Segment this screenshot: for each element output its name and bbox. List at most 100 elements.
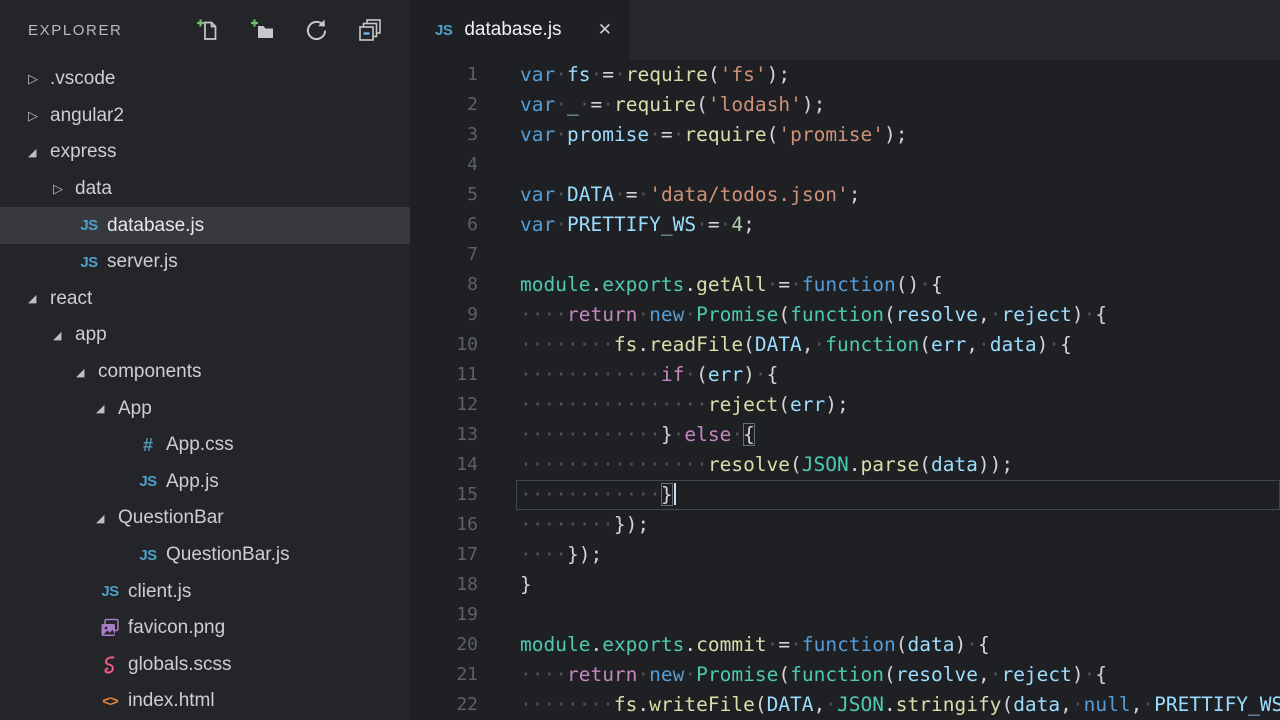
- tree-item-data[interactable]: ▷data: [0, 171, 410, 208]
- code-token: DATA: [767, 693, 814, 716]
- whitespace-dots: ·: [790, 273, 802, 296]
- chevron-expanded-icon[interactable]: ◢: [28, 292, 50, 305]
- tree-item-QuestionBar-js[interactable]: JSQuestionBar.js: [0, 537, 410, 574]
- code-line-content[interactable]: module.exports.commit·=·function(data)·{: [516, 630, 1280, 660]
- whitespace-dots: ·: [1048, 333, 1060, 356]
- tree-item-client-js[interactable]: JSclient.js: [0, 573, 410, 610]
- chevron-expanded-icon[interactable]: ◢: [28, 146, 50, 159]
- code-line-content[interactable]: ················resolve(JSON.parse(data)…: [516, 450, 1280, 480]
- whitespace-dots: ·: [555, 183, 567, 206]
- tree-item-App-css[interactable]: #App.css: [0, 427, 410, 464]
- code-line-content[interactable]: var·DATA·=·'data/todos.json';: [516, 180, 1280, 210]
- whitespace-dots: ·: [919, 273, 931, 296]
- code-token: (: [1001, 693, 1013, 716]
- chevron-expanded-icon[interactable]: ◢: [96, 402, 118, 415]
- whitespace-dots: ·: [720, 213, 732, 236]
- code-token: var: [520, 183, 555, 206]
- whitespace-dots: ········: [520, 513, 614, 536]
- code-token: .: [684, 273, 696, 296]
- tree-item-angular2[interactable]: ▷angular2: [0, 98, 410, 135]
- code-line-content[interactable]: var·fs·=·require('fs');: [516, 60, 1280, 90]
- code-token: module: [520, 633, 590, 656]
- code-line-content[interactable]: ····});: [516, 540, 1280, 570]
- code-line-content[interactable]: [516, 240, 1280, 270]
- tree-item-express[interactable]: ◢express: [0, 134, 410, 171]
- whitespace-dots: ·: [1084, 303, 1096, 326]
- code-line-1: 1var·fs·=·require('fs');: [410, 60, 1280, 90]
- code-line-content[interactable]: [516, 150, 1280, 180]
- code-line-content[interactable]: ········});: [516, 510, 1280, 540]
- code-line-content[interactable]: var·_·=·require('lodash');: [516, 90, 1280, 120]
- chevron-collapsed-icon[interactable]: ▷: [28, 71, 50, 87]
- code-line-4: 4: [410, 150, 1280, 180]
- tree-item-favicon-png[interactable]: favicon.png: [0, 610, 410, 647]
- code-token: function: [790, 663, 884, 686]
- code-line-content[interactable]: var·PRETTIFY_WS·=·4;: [516, 210, 1280, 240]
- chevron-expanded-icon[interactable]: ◢: [53, 329, 75, 342]
- code-token: promise: [567, 123, 649, 146]
- whitespace-dots: ·: [684, 663, 696, 686]
- tree-item-app[interactable]: ◢app: [0, 317, 410, 354]
- tree-item-database-js[interactable]: JSdatabase.js: [0, 207, 410, 244]
- code-token: PRETTIFY_WS: [567, 213, 696, 236]
- js-file-icon: JS: [435, 22, 452, 39]
- new-folder-icon[interactable]: [249, 17, 276, 44]
- code-line-content[interactable]: ············if·(err)·{: [516, 360, 1280, 390]
- line-number: 13: [410, 420, 478, 450]
- code-line-7: 7: [410, 240, 1280, 270]
- whitespace-dots: ·: [790, 633, 802, 656]
- code-token: DATA: [755, 333, 802, 356]
- code-token: {: [743, 423, 755, 446]
- line-number: 6: [410, 210, 478, 240]
- new-file-icon[interactable]: [195, 17, 222, 44]
- code-token: ,: [966, 333, 978, 356]
- code-token: ));: [978, 453, 1013, 476]
- tree-item-App[interactable]: ◢App: [0, 390, 410, 427]
- chevron-collapsed-icon[interactable]: ▷: [28, 108, 50, 124]
- code-line-content[interactable]: module.exports.getAll·=·function()·{: [516, 270, 1280, 300]
- code-token: module: [520, 273, 590, 296]
- code-token: (: [778, 393, 790, 416]
- tree-item-App-js[interactable]: JSApp.js: [0, 464, 410, 501]
- close-icon[interactable]: ✕: [598, 20, 612, 40]
- code-line-content[interactable]: ············}·else·{: [516, 420, 1280, 450]
- tab-database-js[interactable]: JS database.js ✕: [410, 0, 630, 60]
- tree-item-label: express: [50, 141, 117, 163]
- whitespace-dots: ·: [684, 363, 696, 386]
- tree-item-server-js[interactable]: JSserver.js: [0, 244, 410, 281]
- code-token: .: [884, 693, 896, 716]
- line-number: 22: [410, 690, 478, 720]
- refresh-icon[interactable]: [303, 17, 330, 44]
- chevron-expanded-icon[interactable]: ◢: [96, 512, 118, 525]
- tree-item-QuestionBar[interactable]: ◢QuestionBar: [0, 500, 410, 537]
- chevron-expanded-icon[interactable]: ◢: [76, 366, 98, 379]
- code-token: null: [1084, 693, 1131, 716]
- file-tree: ▷.vscode▷angular2◢express▷dataJSdatabase…: [0, 60, 410, 720]
- code-line-content[interactable]: var·promise·=·require('promise');: [516, 120, 1280, 150]
- tree-item--vscode[interactable]: ▷.vscode: [0, 61, 410, 98]
- code-token: fs: [567, 63, 590, 86]
- tree-item-react[interactable]: ◢react: [0, 281, 410, 318]
- tree-item-components[interactable]: ◢components: [0, 354, 410, 391]
- collapse-all-icon[interactable]: [357, 17, 384, 44]
- code-token: new: [649, 663, 684, 686]
- code-line-content[interactable]: ········fs.writeFile(DATA,·JSON.stringif…: [516, 690, 1280, 720]
- code-line-content[interactable]: ········fs.readFile(DATA,·function(err,·…: [516, 330, 1280, 360]
- code-token: .: [590, 273, 602, 296]
- code-token: _: [567, 93, 579, 116]
- code-line-content[interactable]: }: [516, 570, 1280, 600]
- code-line-content-current[interactable]: ············}: [516, 480, 1280, 510]
- code-line-content[interactable]: ················reject(err);: [516, 390, 1280, 420]
- code-token: require: [684, 123, 766, 146]
- code-token: DATA: [567, 183, 614, 206]
- code-editor[interactable]: 1var·fs·=·require('fs');2var·_·=·require…: [410, 60, 1280, 720]
- chevron-collapsed-icon[interactable]: ▷: [53, 181, 75, 197]
- tree-item-globals-scss[interactable]: globals.scss: [0, 647, 410, 684]
- code-token: (: [896, 633, 908, 656]
- code-line-content[interactable]: ····return·new·Promise(function(resolve,…: [516, 300, 1280, 330]
- code-line-content[interactable]: ····return·new·Promise(function(resolve,…: [516, 660, 1280, 690]
- code-line-content[interactable]: [516, 600, 1280, 630]
- tree-item-label: QuestionBar: [118, 507, 224, 529]
- code-token: require: [614, 93, 696, 116]
- tree-item-index-html[interactable]: <>index.html: [0, 683, 410, 720]
